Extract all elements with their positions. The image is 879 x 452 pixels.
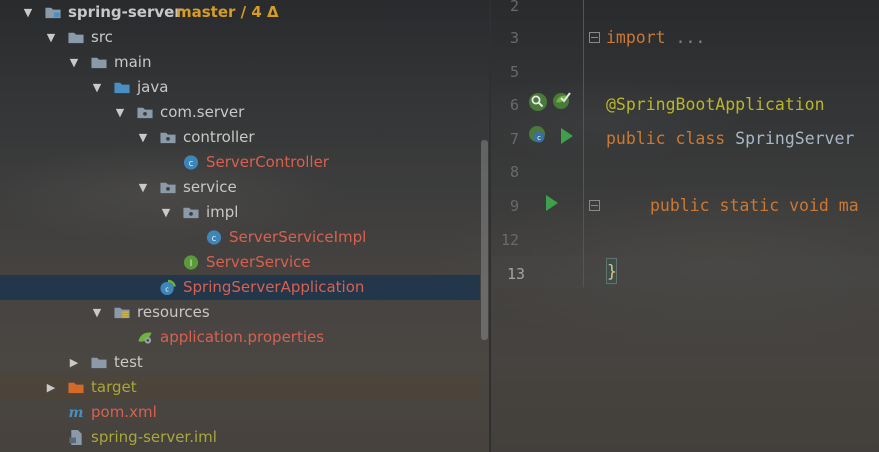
- svg-text:m: m: [69, 405, 84, 421]
- svg-text:c: c: [165, 285, 169, 293]
- maven-icon: m: [69, 405, 84, 421]
- resources-folder-icon: [114, 307, 130, 319]
- tree-item[interactable]: ▼ main: [0, 50, 480, 75]
- line-number: 12: [500, 231, 519, 249]
- run-icon[interactable]: [542, 193, 562, 213]
- tree-item-label: pom.xml: [91, 403, 157, 421]
- tree-item-label: SpringServerApplication: [183, 278, 365, 296]
- tree-item-label: impl: [206, 203, 239, 221]
- spring-bean-icon[interactable]: [552, 90, 572, 110]
- code-line-13[interactable]: }: [607, 262, 617, 282]
- iml-file-icon: [69, 429, 82, 446]
- package-icon: [160, 132, 176, 144]
- expanded-arrow-icon[interactable]: ▼: [68, 50, 80, 75]
- tree-item[interactable]: I ServerService: [0, 250, 480, 275]
- line-number: 6: [509, 96, 519, 114]
- expanded-arrow-icon[interactable]: ▼: [91, 300, 103, 325]
- editor-gutter: 2 3 5 6 7 8 9 12 13 c: [491, 0, 600, 452]
- module-folder-icon: [45, 7, 61, 19]
- tree-item-label: test: [114, 353, 143, 371]
- line-number: 5: [509, 63, 519, 81]
- collapsed-arrow-icon[interactable]: ▶: [68, 350, 80, 375]
- tree-item-label: spring-server: [68, 3, 182, 21]
- tree-item-label: resources: [137, 303, 210, 321]
- expanded-arrow-icon[interactable]: ▼: [137, 125, 149, 150]
- tree-item-label: spring-server.iml: [91, 428, 217, 446]
- line-number: 9: [509, 197, 519, 215]
- tree-item[interactable]: ▼ src: [0, 25, 480, 50]
- expanded-arrow-icon[interactable]: ▼: [91, 75, 103, 100]
- package-icon: [160, 182, 176, 194]
- tree-item-label: ServerController: [206, 153, 329, 171]
- svg-text:c: c: [212, 234, 217, 244]
- gutter-separator: [583, 0, 584, 287]
- tree-item[interactable]: ▼ service: [0, 175, 480, 200]
- code-line-9[interactable]: public static void ma: [650, 196, 859, 216]
- line-number: 3: [509, 29, 519, 47]
- spring-properties-icon: [138, 332, 152, 344]
- expanded-arrow-icon[interactable]: ▼: [137, 175, 149, 200]
- excluded-folder-icon: [68, 382, 84, 394]
- run-icon[interactable]: [557, 126, 577, 146]
- expanded-arrow-icon[interactable]: ▼: [45, 25, 57, 50]
- folder-icon: [68, 32, 84, 44]
- fold-toggle-icon[interactable]: [589, 200, 600, 211]
- line-number-current: 13: [506, 265, 525, 283]
- folder-icon: [91, 357, 107, 369]
- tree-item-label: java: [137, 78, 169, 96]
- tree-item[interactable]: ▼ impl: [0, 200, 480, 225]
- tree-item[interactable]: ▼ com.server: [0, 100, 480, 125]
- tree-item-label: target: [91, 378, 137, 396]
- tree-item-label: ServerService: [206, 253, 311, 271]
- svg-text:I: I: [190, 259, 193, 269]
- tree-item[interactable]: ▼ spring-server master / 4 Δ: [0, 0, 480, 25]
- tree-item[interactable]: ▶ target: [0, 375, 480, 400]
- java-class-icon: c: [206, 230, 222, 245]
- spring-boot-icon[interactable]: c: [528, 125, 548, 145]
- line-number: 7: [509, 130, 519, 148]
- project-tree[interactable]: ▼ spring-server master / 4 Δ ▼ src ▼ main ▼ java…: [0, 0, 489, 452]
- folder-icon: [91, 57, 107, 69]
- collapsed-arrow-icon[interactable]: ▶: [45, 375, 57, 400]
- find-usages-icon[interactable]: [528, 92, 548, 112]
- java-class-icon: c: [183, 155, 199, 170]
- code-line-7[interactable]: public class SpringServer: [606, 129, 854, 149]
- tree-item[interactable]: ▼ resources: [0, 300, 480, 325]
- spring-boot-class-icon: c: [160, 279, 176, 296]
- tree-item-label: service: [183, 178, 237, 196]
- code-line-3[interactable]: import ...: [606, 28, 705, 48]
- tree-item[interactable]: ▼ java: [0, 75, 480, 100]
- expanded-arrow-icon[interactable]: ▼: [22, 0, 34, 25]
- tree-item-label: application.properties: [160, 328, 325, 346]
- source-folder-icon: [114, 82, 130, 94]
- tree-item[interactable]: spring-server.iml: [0, 425, 480, 450]
- expanded-arrow-icon[interactable]: ▼: [114, 100, 126, 125]
- package-icon: [183, 207, 199, 219]
- svg-text:c: c: [189, 159, 194, 169]
- tree-item[interactable]: c ServerServiceImpl: [0, 225, 480, 250]
- line-number: 2: [509, 0, 519, 15]
- tree-item-label: controller: [183, 128, 255, 146]
- code-editor[interactable]: 2 3 5 6 7 8 9 12 13 c import ... @Spring…: [491, 0, 879, 452]
- tree-item[interactable]: ▶ test: [0, 350, 480, 375]
- tree-item[interactable]: m pom.xml: [0, 400, 480, 425]
- expanded-arrow-icon[interactable]: ▼: [160, 200, 172, 225]
- code-line-6[interactable]: @SpringBootApplication: [606, 95, 825, 115]
- java-interface-icon: I: [183, 255, 199, 270]
- tree-item[interactable]: c SpringServerApplication: [0, 275, 480, 300]
- vcs-branch-label: master / 4 Δ: [176, 3, 279, 21]
- tree-item-label: src: [91, 28, 113, 46]
- tree-item-label: main: [114, 53, 152, 71]
- fold-toggle-icon[interactable]: [589, 32, 600, 43]
- tree-item[interactable]: ▼ controller: [0, 125, 480, 150]
- package-icon: [137, 107, 153, 119]
- tree-item-label: ServerServiceImpl: [229, 228, 367, 246]
- tree-scrollbar[interactable]: [481, 140, 488, 340]
- line-number: 8: [509, 163, 519, 181]
- tree-item[interactable]: c ServerController: [0, 150, 480, 175]
- tree-item-label: com.server: [160, 103, 245, 121]
- tree-item[interactable]: application.properties: [0, 325, 480, 350]
- svg-text:c: c: [537, 134, 541, 142]
